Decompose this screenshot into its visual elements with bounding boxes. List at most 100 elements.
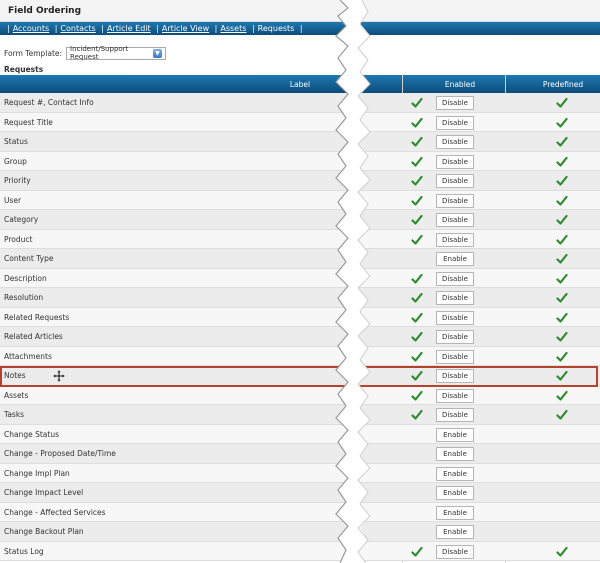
table-row[interactable]: Resolution Disable — [0, 288, 600, 308]
table-row[interactable]: User Disable — [0, 190, 600, 210]
nav-link-article-view[interactable]: Article View — [162, 24, 209, 33]
disable-button[interactable]: Disable — [436, 330, 474, 344]
field-label: User — [4, 195, 22, 205]
table-row[interactable]: Related Articles Disable — [0, 327, 600, 347]
disable-button[interactable]: Disable — [436, 135, 474, 149]
enabled-check-icon — [411, 370, 423, 382]
enabled-check-icon — [411, 97, 423, 109]
disable-button[interactable]: Disable — [436, 96, 474, 110]
disable-button[interactable]: Disable — [436, 388, 474, 403]
predefined-check-icon — [556, 292, 568, 304]
table-row[interactable]: Change - Affected Services Enable — [0, 502, 600, 522]
table-row[interactable]: Content Type Enable — [0, 249, 600, 269]
predefined-check-icon — [556, 351, 568, 363]
table-row[interactable]: Attachments Disable — [0, 346, 600, 366]
table-row[interactable]: Category Disable — [0, 210, 600, 230]
enabled-check-icon — [411, 234, 423, 246]
disable-button[interactable]: Disable — [436, 408, 474, 422]
field-label: Assets — [4, 390, 29, 400]
form-template-label: Form Template: — [4, 48, 63, 58]
predefined-check-icon — [556, 409, 568, 421]
field-label: Related Articles — [4, 332, 63, 341]
enable-button[interactable]: Enable — [436, 447, 474, 461]
nav-link-article-edit[interactable]: Article Edit — [107, 24, 151, 33]
nav-link-assets[interactable]: Assets — [220, 24, 246, 33]
nav-link-accounts[interactable]: Accounts — [13, 24, 49, 33]
table-row[interactable]: Related Requests Disable — [0, 307, 600, 327]
enabled-check-icon — [411, 136, 423, 148]
predefined-check-icon — [556, 195, 568, 207]
disable-button[interactable]: Disable — [436, 291, 474, 305]
table-row[interactable]: Change Impact Level Enable — [0, 483, 600, 503]
table-row[interactable]: Group Disable — [0, 151, 600, 171]
table-row[interactable]: Status Log Disable — [0, 541, 600, 561]
table-row[interactable]: Change Backout Plan Enable — [0, 522, 600, 542]
enabled-check-icon — [411, 331, 423, 343]
disable-button[interactable]: Disable — [436, 369, 474, 383]
disable-button[interactable]: Disable — [436, 174, 474, 188]
table-row[interactable]: Priority Disable — [0, 171, 600, 191]
enable-button[interactable]: Enable — [436, 252, 474, 266]
disable-button[interactable]: Disable — [436, 193, 474, 208]
enabled-check-icon — [411, 156, 423, 168]
nav-link-contacts[interactable]: Contacts — [60, 24, 95, 33]
predefined-check-icon — [556, 175, 568, 187]
predefined-check-icon — [556, 273, 568, 285]
column-header-predefined: Predefined — [542, 80, 584, 89]
predefined-check-icon — [556, 331, 568, 343]
move-cursor-icon[interactable] — [52, 369, 66, 383]
disable-button[interactable]: Disable — [436, 271, 474, 286]
table-row[interactable]: Request #, Contact Info Disable — [0, 93, 600, 113]
table-row[interactable]: Status Disable — [0, 132, 600, 152]
disable-button[interactable]: Disable — [436, 154, 474, 169]
field-label: Request #, Contact Info — [4, 98, 94, 107]
table-row[interactable]: Change Impl Plan Enable — [0, 463, 600, 483]
field-label: Attachments — [4, 351, 52, 361]
field-label: Change Impl Plan — [4, 468, 70, 478]
table-row[interactable]: Product Disable — [0, 229, 600, 249]
table-row[interactable]: Description Disable — [0, 268, 600, 288]
enable-button[interactable]: Enable — [436, 486, 474, 500]
disable-button[interactable]: Disable — [436, 213, 474, 227]
predefined-check-icon — [556, 390, 568, 402]
nav-current-requests: Requests — [257, 24, 295, 33]
table-row[interactable]: Notes Disable — [0, 366, 600, 386]
enabled-check-icon — [411, 175, 423, 187]
form-template-value: Incident/Support Request — [70, 45, 129, 61]
column-header-enabled: Enabled — [444, 80, 476, 89]
field-label: Notes — [4, 371, 26, 380]
predefined-check-icon — [556, 312, 568, 324]
field-label: Change Status — [4, 429, 59, 439]
enabled-check-icon — [411, 546, 423, 558]
field-label: Priority — [4, 176, 31, 185]
disable-button[interactable]: Disable — [436, 310, 474, 325]
field-label: Change - Affected Services — [4, 507, 106, 517]
disable-button[interactable]: Disable — [436, 232, 474, 247]
field-label: Category — [4, 215, 39, 224]
form-template-select[interactable]: Incident/Support Request ▼ — [66, 45, 167, 61]
table-row[interactable]: Change Status Enable — [0, 424, 600, 444]
field-label: Change Backout Plan — [4, 527, 84, 536]
table-row[interactable]: Request Title Disable — [0, 112, 600, 132]
enabled-check-icon — [411, 351, 423, 363]
enable-button[interactable]: Enable — [436, 427, 474, 442]
field-label: Change Impact Level — [4, 488, 84, 497]
field-label: Description — [4, 273, 47, 283]
section-title: Requests — [4, 65, 44, 74]
table-row[interactable]: Tasks Disable — [0, 405, 600, 425]
disable-button[interactable]: Disable — [436, 349, 474, 364]
predefined-check-icon — [556, 234, 568, 246]
field-label: Change - Proposed Date/Time — [4, 449, 116, 458]
table-row[interactable]: Assets Disable — [0, 385, 600, 405]
predefined-check-icon — [556, 253, 568, 265]
disable-button[interactable]: Disable — [436, 115, 474, 130]
enable-button[interactable]: Enable — [436, 505, 474, 520]
chevron-down-icon[interactable]: ▼ — [152, 48, 163, 58]
enable-button[interactable]: Enable — [436, 525, 474, 539]
table-row[interactable]: Change - Proposed Date/Time Enable — [0, 444, 600, 464]
nav-links: | Accounts | Contacts | Article Edit | Artic… — [7, 24, 303, 33]
enable-button[interactable]: Enable — [436, 466, 474, 481]
enabled-check-icon — [411, 273, 423, 285]
disable-button[interactable]: Disable — [436, 544, 474, 559]
field-label: Group — [4, 156, 27, 166]
